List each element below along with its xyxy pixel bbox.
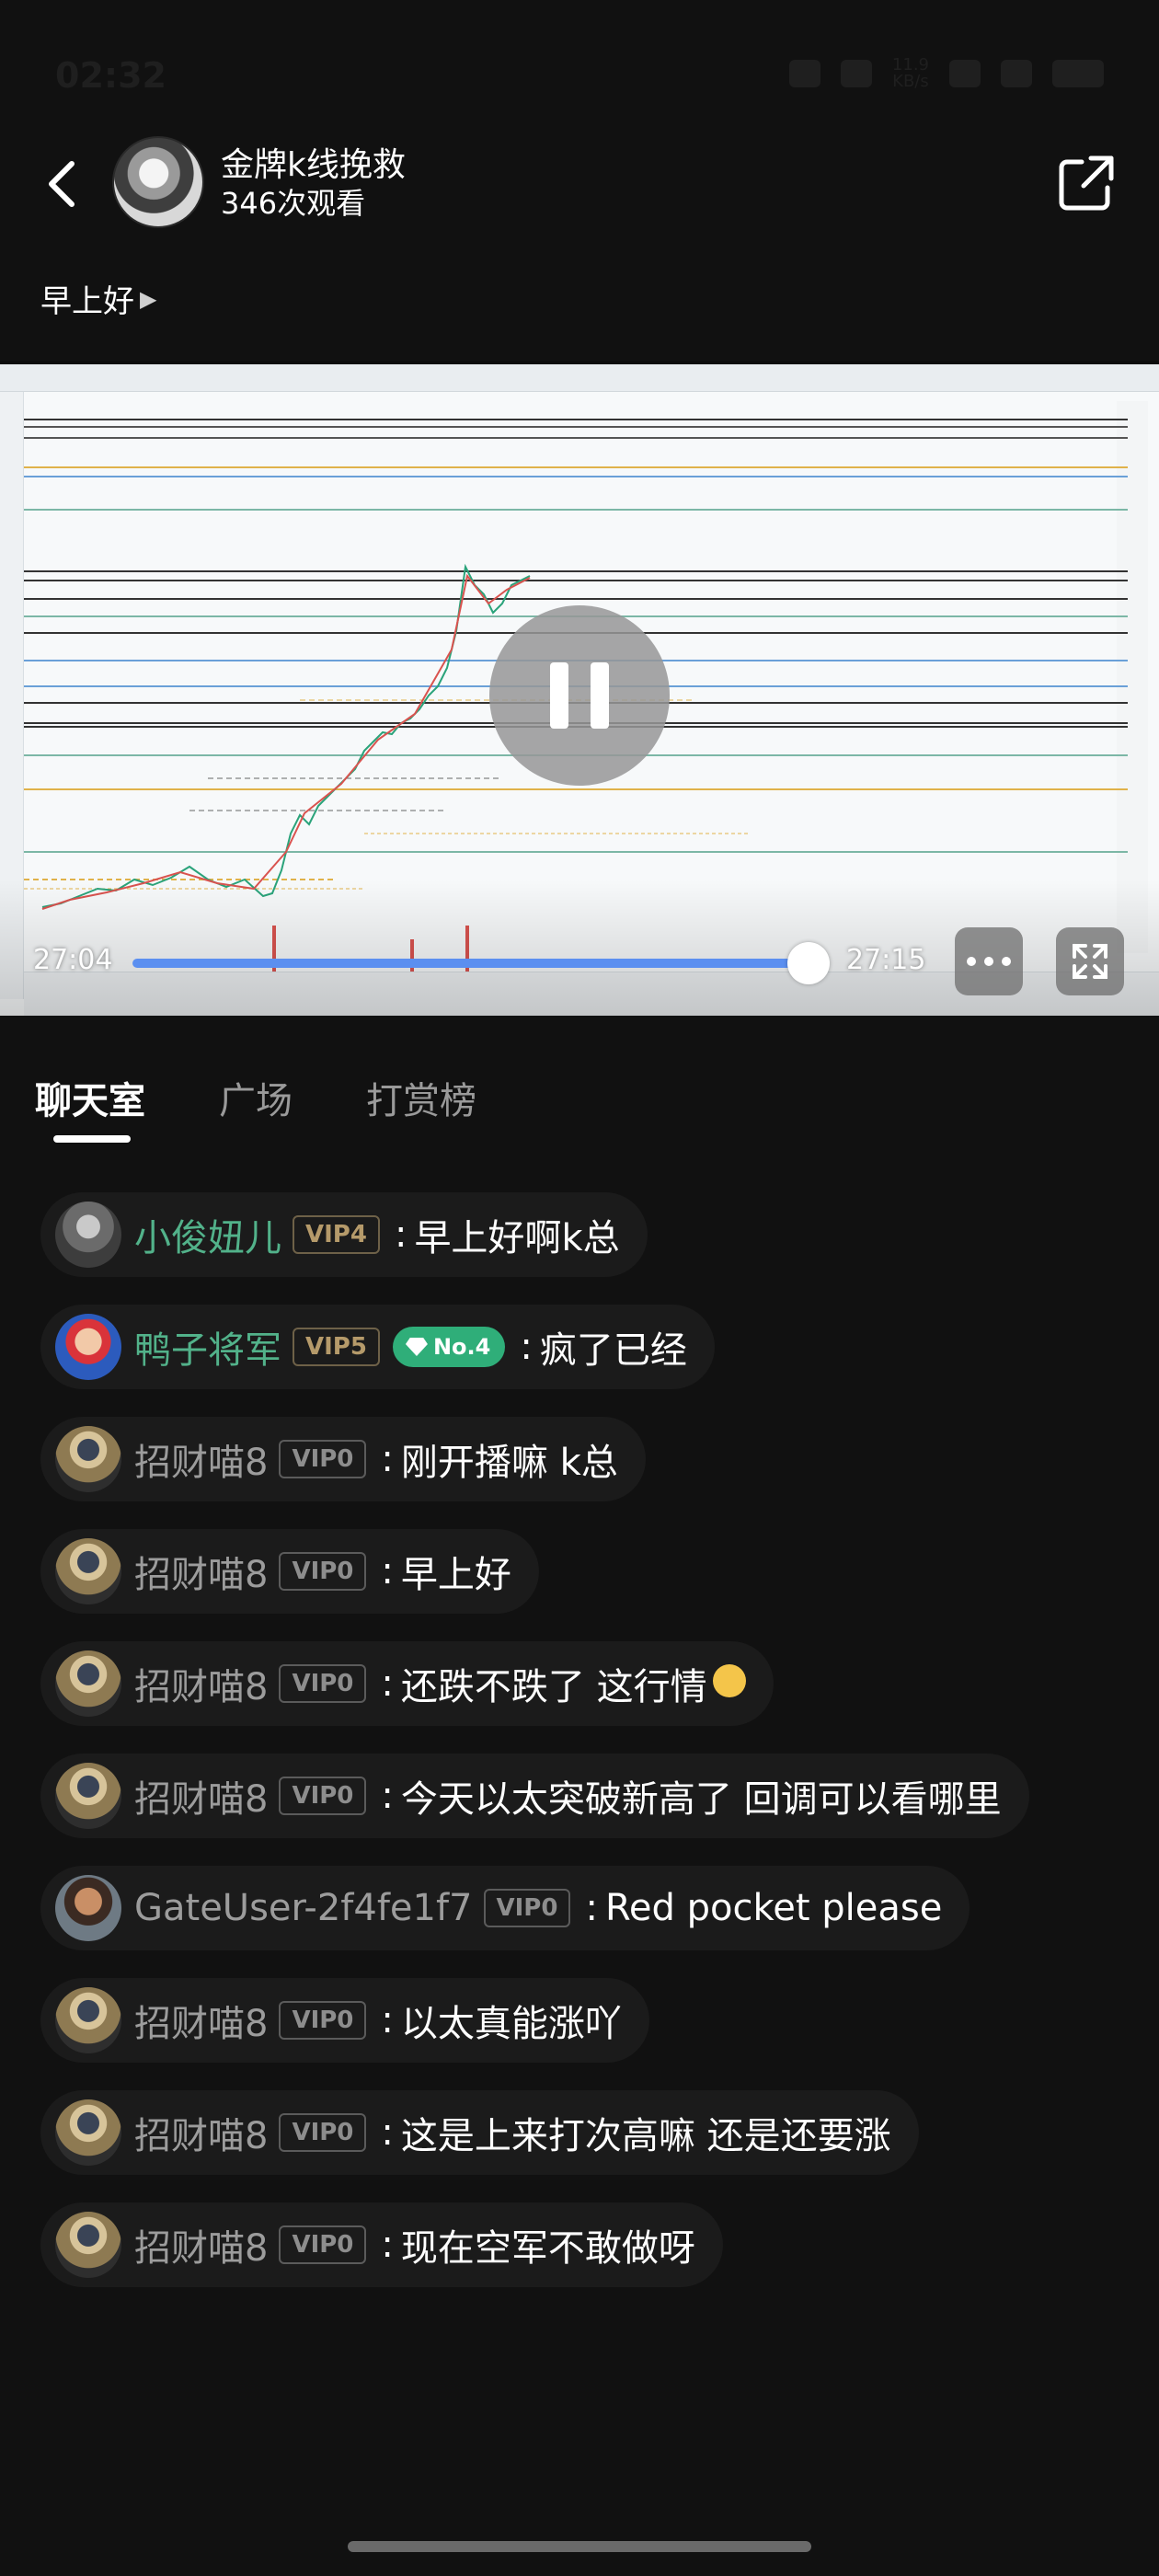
chat-message[interactable]: 招财喵8 VIP0 : 这是上来打次高嘛 还是还要涨 — [40, 2090, 919, 2175]
thinking-emoji-icon — [712, 1664, 746, 1697]
progress-fill — [132, 959, 809, 968]
fullscreen-button[interactable] — [1056, 927, 1124, 995]
vip-badge: VIP0 — [279, 1664, 367, 1703]
vip-badge: VIP4 — [293, 1215, 380, 1254]
username[interactable]: 招财喵8 — [134, 1657, 268, 1710]
message-text: 这是上来打次高嘛 还是还要涨 — [400, 2115, 891, 2157]
username[interactable]: 招财喵8 — [134, 2218, 268, 2271]
avatar[interactable] — [55, 1538, 121, 1604]
vibrate-icon — [840, 60, 872, 87]
tab-active-indicator — [53, 1135, 131, 1143]
video-chart-price-line-2 — [41, 573, 531, 910]
avatar[interactable] — [55, 1202, 121, 1268]
message-text: 早上好 — [400, 1554, 511, 1596]
username[interactable]: 鸭子将军 — [134, 1320, 281, 1374]
tab-chat-room[interactable]: 聊天室 — [35, 1071, 145, 1124]
more-button[interactable] — [955, 927, 1023, 995]
video-player[interactable]: 27:04 27:15 — [0, 361, 1159, 1016]
username[interactable]: GateUser-2f4fe1f7 — [134, 1887, 473, 1929]
fullscreen-icon — [1073, 944, 1107, 979]
avatar[interactable] — [55, 1987, 121, 2053]
signal-icon — [949, 60, 981, 87]
chat-message[interactable]: 招财喵8 VIP0 : 今天以太突破新高了 回调可以看哪里 — [40, 1754, 1029, 1838]
username[interactable]: 小俊妞儿 — [134, 1208, 281, 1261]
home-indicator[interactable] — [348, 2541, 811, 2552]
host-avatar[interactable] — [112, 136, 204, 228]
avatar[interactable] — [55, 2212, 121, 2278]
avatar[interactable] — [55, 1763, 121, 1829]
username[interactable]: 招财喵8 — [134, 1545, 268, 1598]
chat-message[interactable]: 小俊妞儿 VIP4 : 早上好啊k总 — [40, 1192, 648, 1277]
progress-slider[interactable] — [132, 942, 830, 984]
vip-badge: VIP0 — [279, 1552, 367, 1591]
pause-icon — [550, 662, 568, 729]
chat-message[interactable]: 招财喵8 VIP0 : 以太真能涨吖 — [40, 1978, 649, 2063]
vip-badge: VIP5 — [293, 1328, 380, 1366]
play-triangle-icon: ▶ — [140, 285, 157, 312]
diamond-icon — [405, 1338, 428, 1356]
avatar[interactable] — [55, 2099, 121, 2166]
chat-message[interactable]: 招财喵8 VIP0 : 刚开播嘛 k总 — [40, 1417, 646, 1501]
share-button[interactable] — [1054, 151, 1119, 215]
wifi-icon — [1001, 60, 1032, 87]
pause-button[interactable] — [489, 605, 670, 786]
vip-badge: VIP0 — [279, 2225, 367, 2264]
current-time: 27:04 — [33, 944, 113, 976]
video-chart-toolbar — [0, 364, 1159, 392]
chat-message[interactable]: 招财喵8 VIP0 : 还跌不跌了 这行情 — [40, 1641, 774, 1726]
view-count: 346次观看 — [221, 186, 366, 221]
chat-message[interactable]: 招财喵8 VIP0 : 现在空军不敢做呀 — [40, 2202, 723, 2287]
host-name[interactable]: 金牌k线挽救 — [221, 138, 406, 186]
chat-message[interactable]: 招财喵8 VIP0 : 早上好 — [40, 1529, 539, 1614]
more-dots-icon — [967, 957, 976, 966]
alarm-icon — [788, 60, 820, 87]
chat-message[interactable]: GateUser-2f4fe1f7 VIP0 : Red pocket plea… — [40, 1866, 970, 1950]
header: 金牌k线挽救 346次观看 — [0, 129, 1159, 239]
progress-knob[interactable] — [786, 942, 830, 984]
tab-bar: 聊天室 广场 打赏榜 — [0, 1058, 1159, 1150]
vip-badge: VIP0 — [483, 1889, 571, 1927]
battery-icon — [1052, 60, 1104, 87]
total-time: 27:15 — [846, 944, 926, 976]
username[interactable]: 招财喵8 — [134, 2106, 268, 2159]
chevron-left-icon — [49, 161, 75, 207]
stream-title-text: 早上好 — [40, 283, 134, 320]
video-chart-price-line — [41, 563, 531, 908]
avatar[interactable] — [55, 1314, 121, 1380]
username[interactable]: 招财喵8 — [134, 1769, 268, 1823]
network-speed: 11.9 KB/s — [891, 55, 929, 91]
vip-badge: VIP0 — [279, 1440, 367, 1478]
message-text: 疯了已经 — [539, 1329, 687, 1372]
back-button[interactable] — [40, 156, 86, 212]
status-icons: 11.9 KB/s — [788, 55, 1104, 91]
avatar[interactable] — [55, 1875, 121, 1941]
message-text: Red pocket please — [604, 1887, 943, 1929]
share-icon — [1059, 155, 1114, 211]
message-text: 还跌不跌了 这行情 — [400, 1666, 707, 1708]
status-bar: 02:32 11.9 KB/s — [0, 0, 1159, 147]
vip-badge: VIP0 — [279, 2113, 367, 2152]
tab-reward-ranking[interactable]: 打赏榜 — [366, 1071, 476, 1124]
vip-badge: VIP0 — [279, 2001, 367, 2040]
stream-title[interactable]: 早上好 ▶ — [40, 276, 156, 321]
message-text: 以太真能涨吖 — [400, 2003, 622, 2045]
tab-plaza[interactable]: 广场 — [219, 1071, 293, 1124]
avatar[interactable] — [55, 1650, 121, 1717]
username[interactable]: 招财喵8 — [134, 1432, 268, 1486]
avatar[interactable] — [55, 1426, 121, 1492]
status-time: 02:32 — [55, 55, 166, 96]
vip-badge: VIP0 — [279, 1777, 367, 1815]
message-text: 刚开播嘛 k总 — [400, 1442, 618, 1484]
chat-message[interactable]: 鸭子将军 VIP5 No.4 : 疯了已经 — [40, 1305, 715, 1389]
rank-badge: No.4 — [392, 1327, 506, 1367]
message-text: 今天以太突破新高了 回调可以看哪里 — [400, 1778, 1002, 1821]
username[interactable]: 招财喵8 — [134, 1994, 268, 2047]
message-text: 早上好啊k总 — [414, 1217, 620, 1259]
message-text: 现在空军不敢做呀 — [400, 2227, 695, 2270]
